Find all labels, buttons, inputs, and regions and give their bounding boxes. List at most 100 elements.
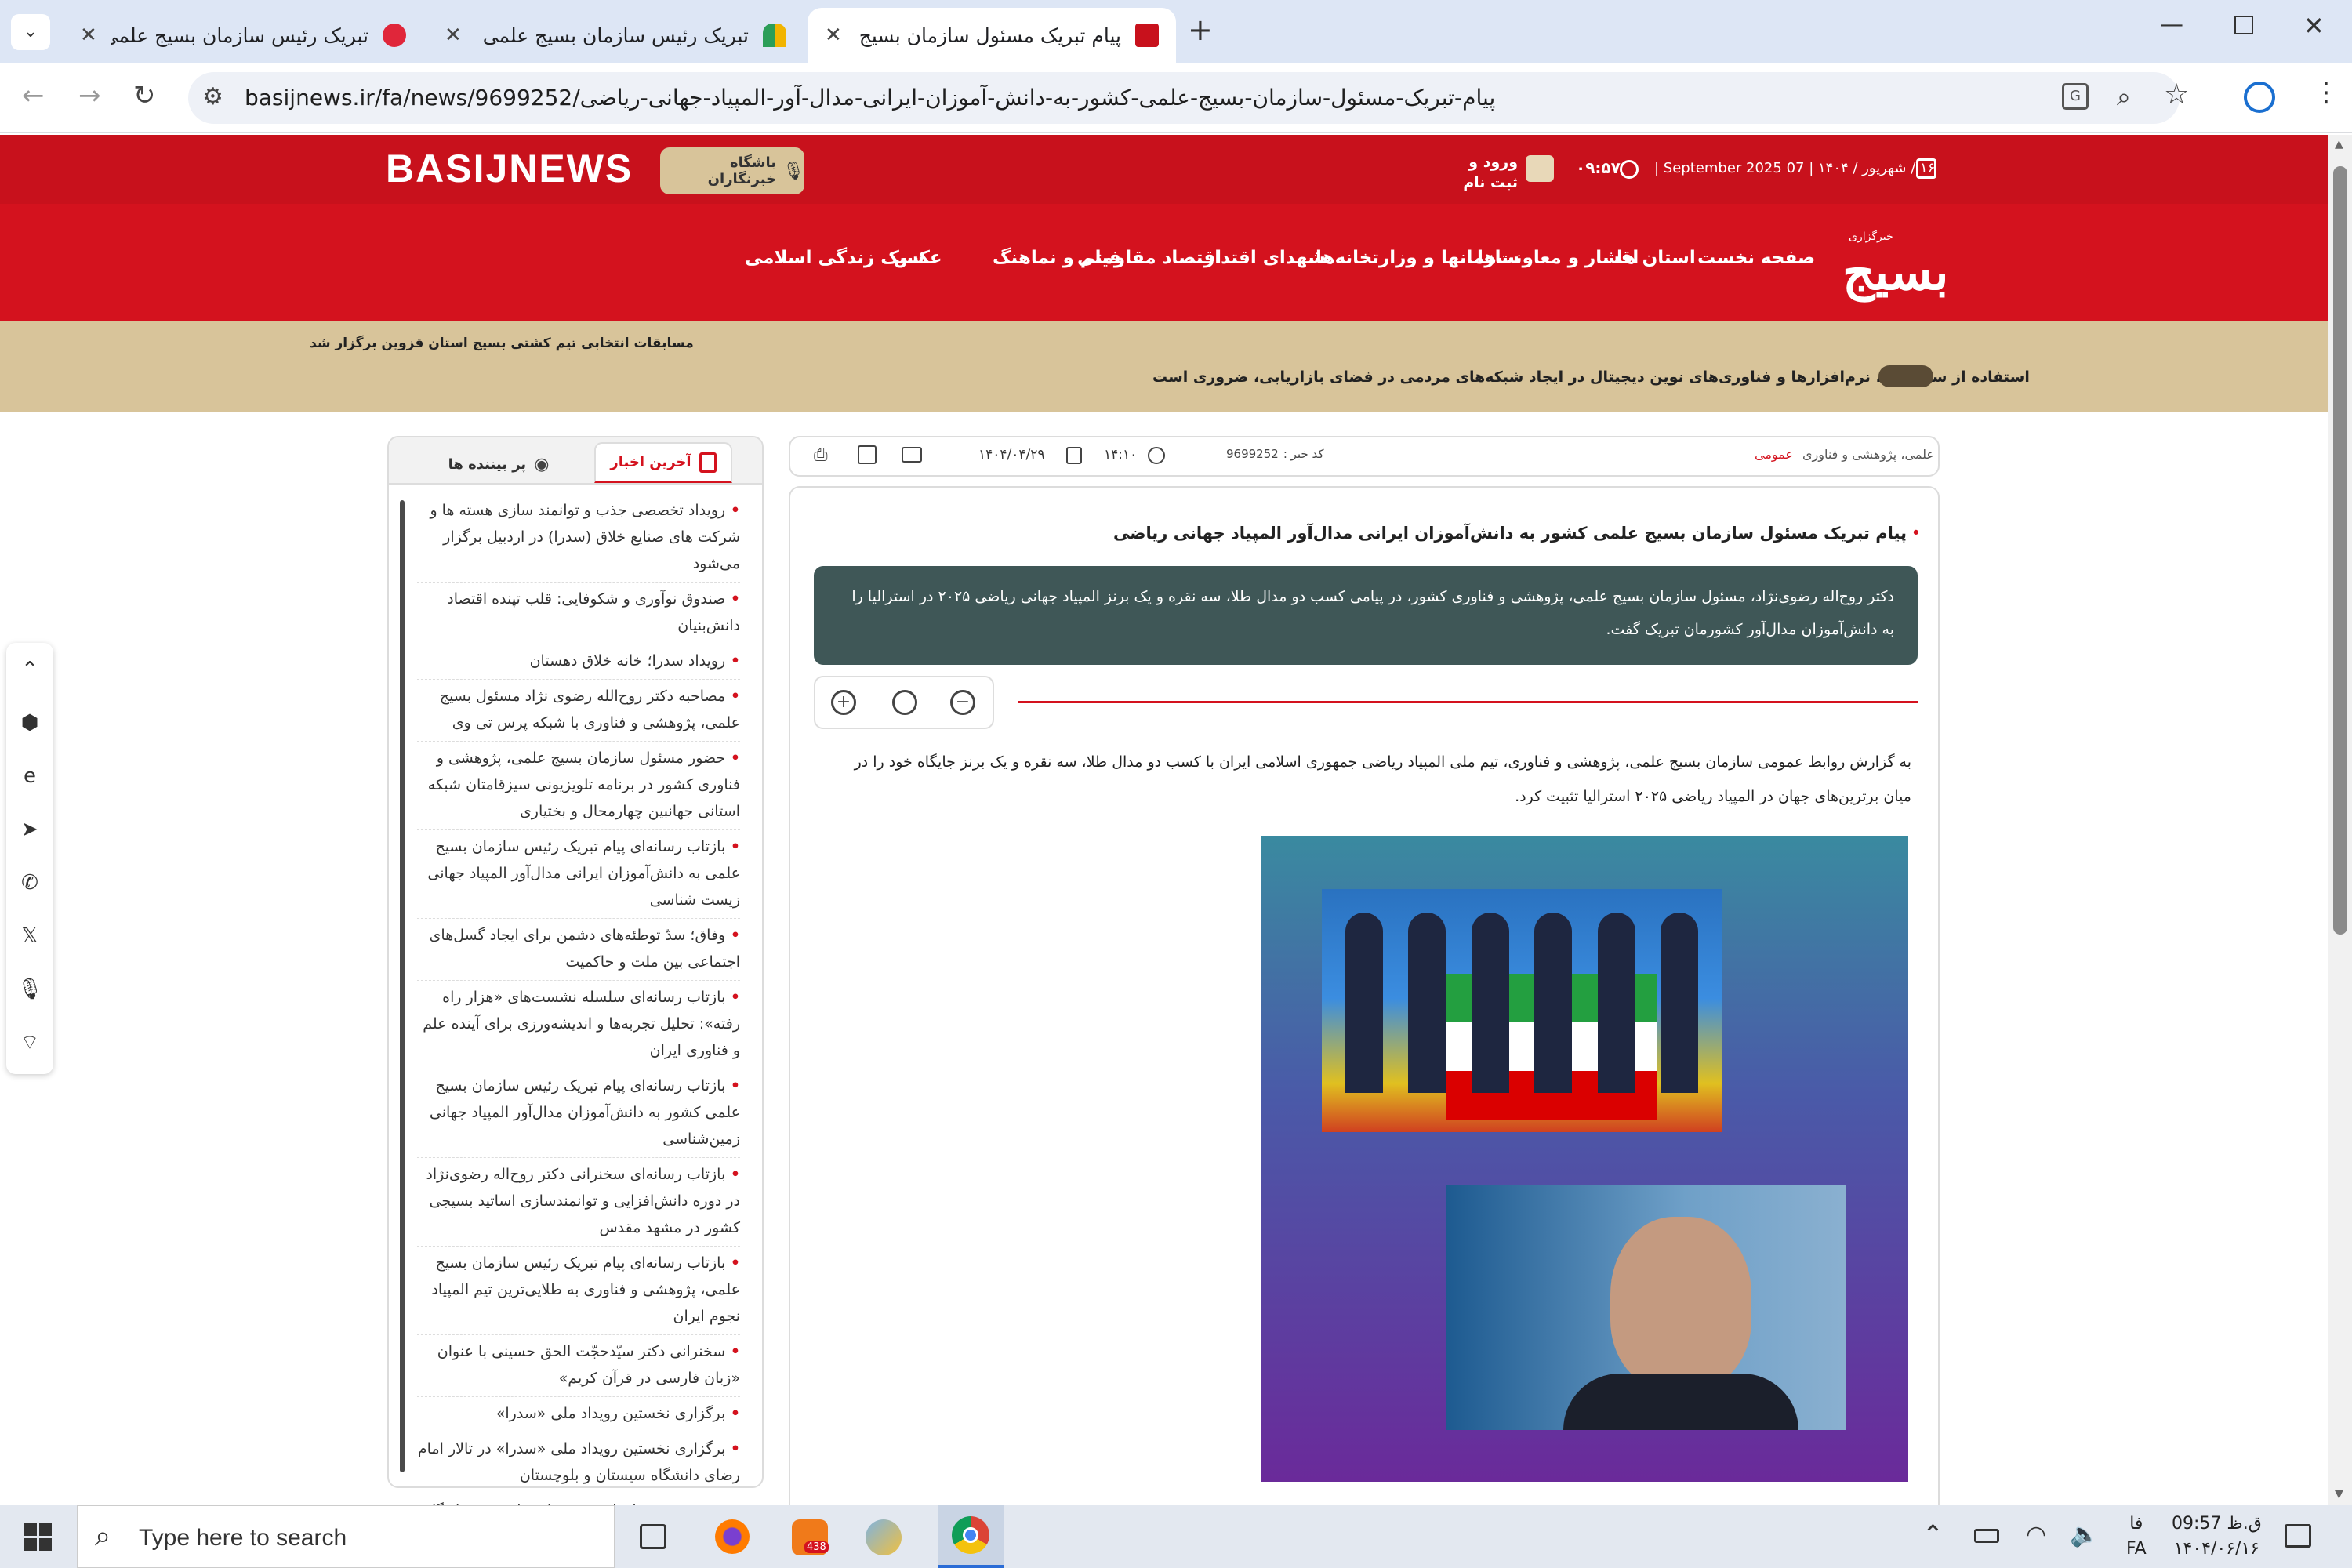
tab-close-icon[interactable]: ✕ <box>825 24 842 47</box>
share-bar: ⌃ ⬢ e ➤ ✆ 𝕏 🎙 ⌔ <box>6 643 53 1074</box>
list-item[interactable]: رویداد تخصصی جذب و توانمند سازی هسته ها … <box>417 494 740 583</box>
list-item[interactable]: صندوق نوآوری و شکوفایی: قلب تپنده اقتصاد… <box>417 583 740 644</box>
translate-icon[interactable]: G <box>2062 83 2089 110</box>
share-eitaa-icon[interactable]: e <box>13 759 47 793</box>
search-icon: ⌕ <box>95 1520 111 1552</box>
collapse-chevron-icon[interactable]: ⌃ <box>13 652 47 687</box>
divider-line <box>1018 701 1918 703</box>
share-podcast-icon[interactable]: 🎙 <box>13 972 47 1007</box>
sidebar-news-card: آخرین اخبار ◉ پر بیننده ها رویداد تخصصی … <box>387 436 764 1556</box>
nav-organizations[interactable]: سازمانها و وزارتخانه‌ها <box>1316 248 1519 268</box>
share-cube-icon[interactable]: ⬢ <box>13 706 47 740</box>
restore-button[interactable] <box>2234 16 2253 34</box>
list-item[interactable]: حضور مسئول سازمان بسیج علمی، پژوهشی و فن… <box>417 742 740 830</box>
browser-toolbar: ← → ↻ ⚙ basijnews.ir/fa/news/9699252/پیا… <box>0 63 2352 133</box>
scrollbar-thumb[interactable] <box>2333 166 2347 935</box>
minimize-button[interactable]: — <box>2160 11 2183 38</box>
rss-icon[interactable]: ⌔ <box>13 1025 47 1060</box>
ticker-top-text[interactable]: مسابقات انتخابی تیم کشتی بسیج استان قزوی… <box>310 336 694 351</box>
tray-chevron-icon[interactable]: ⌃ <box>1922 1519 1944 1549</box>
system-clock[interactable]: ق.ظ 09:57 ۱۴۰۴/۰۶/۱۶ <box>2172 1512 2262 1562</box>
microphone-icon: 🎙 <box>782 161 804 181</box>
list-item[interactable]: وفاق؛ سدّ توطئه‌های دشمن برای ایجاد گسل‌… <box>417 919 740 981</box>
task-view-icon[interactable] <box>640 1524 666 1549</box>
nav-home[interactable]: صفحه نخست <box>1697 248 1815 268</box>
scrollbar-up-arrow[interactable]: ▲ <box>2335 138 2343 151</box>
zoom-icon[interactable]: ⌕ <box>2117 82 2131 112</box>
list-item[interactable]: برگزاری نخستین رویداد ملی «سدرا» در تالا… <box>417 1432 740 1494</box>
publish-date: ۱۴۰۴/۰۴/۲۹ <box>978 447 1045 463</box>
wifi-icon[interactable]: ◠ <box>2026 1521 2046 1548</box>
browser-tab-2[interactable]: تبریک رئیس سازمان بسیج علمی به ✕ <box>427 8 804 63</box>
messenger-app-icon[interactable]: 438 <box>792 1519 829 1555</box>
breadcrumb-category[interactable]: عمومی <box>1755 447 1793 462</box>
login-link[interactable]: ورود و ثبت نام <box>1447 152 1518 193</box>
new-tab-button[interactable]: + <box>1188 13 1213 47</box>
print-icon[interactable]: ⎙ <box>814 445 828 465</box>
nav-martyrs[interactable]: شهدای اقتدار <box>1204 248 1326 268</box>
start-windows-icon[interactable] <box>24 1523 52 1551</box>
bookmark-star-icon[interactable]: ☆ <box>2164 78 2189 111</box>
zoom-out-icon[interactable]: − <box>950 690 975 715</box>
list-item[interactable]: بازتاب رسانه‌ای سخنرانی دکتر روح‌اله رضو… <box>417 1158 740 1247</box>
tab-title: تبریک رئیس سازمان بسیج علمی به <box>111 24 368 47</box>
breadcrumb-section[interactable]: علمی، پژوهشی و فناوری <box>1802 447 1934 462</box>
site-logo-latin[interactable]: BASIJNEWS <box>386 146 633 191</box>
close-window-button[interactable]: ✕ <box>2303 11 2325 41</box>
login-icon[interactable] <box>1526 155 1554 182</box>
reset-zoom-icon[interactable] <box>892 690 917 715</box>
email-icon[interactable] <box>902 447 922 463</box>
journalists-club-button[interactable]: باشگاه خبرنگاران 🎙 <box>660 147 804 194</box>
list-item[interactable]: سخنرانی دکتر سیّدحجّت الحق حسینی با عنوا… <box>417 1335 740 1397</box>
site-info-icon[interactable]: ⚙ <box>202 83 223 111</box>
firefox-icon[interactable] <box>715 1519 750 1554</box>
tab-search-button[interactable]: ⌄ <box>11 14 50 50</box>
tab-most-viewed[interactable]: ◉ پر بیننده ها <box>420 448 577 480</box>
list-item[interactable]: بازتاب رسانه‌ای سلسله نشست‌های «هزار راه… <box>417 981 740 1069</box>
input-language[interactable]: فا FA <box>2126 1512 2147 1562</box>
list-item[interactable]: بازتاب رسانه‌ای پیام تبریک رئیس سازمان ب… <box>417 1247 740 1335</box>
article-body-text: به گزارش روابط عمومی سازمان بسیج علمی، پ… <box>854 753 1911 805</box>
tab-close-icon[interactable]: ✕ <box>80 24 97 47</box>
share-x-icon[interactable]: 𝕏 <box>13 919 47 953</box>
volume-icon[interactable]: 🔈 <box>2070 1521 2099 1548</box>
clock-date: ۱۴۰۴/۰۶/۱۶ <box>2173 1539 2260 1559</box>
list-item[interactable]: برگزاری نخستین رویداد ملی «سدرا» <box>417 1397 740 1432</box>
address-bar[interactable]: ⚙ basijnews.ir/fa/news/9699252/پیام-تبری… <box>188 72 2189 124</box>
notifications-icon[interactable] <box>2285 1524 2311 1548</box>
browser-tab-active[interactable]: پیام تبریک مسئول سازمان بسیج علمی ✕ <box>808 8 1176 63</box>
sidebar-scrollbar[interactable] <box>400 500 405 1472</box>
clock-time: ق.ظ 09:57 <box>2172 1514 2262 1534</box>
forward-icon[interactable]: → <box>78 80 101 111</box>
copy-icon[interactable] <box>858 445 877 464</box>
scrollbar-down-arrow[interactable]: ▼ <box>2335 1488 2343 1501</box>
share-whatsapp-icon[interactable]: ✆ <box>13 866 47 900</box>
tab-latest-news[interactable]: آخرین اخبار <box>594 442 732 483</box>
share-telegram-icon[interactable]: ➤ <box>13 812 47 847</box>
reload-icon[interactable]: ↻ <box>133 80 156 111</box>
menu-dots-icon[interactable]: ⋮ <box>2313 77 2339 108</box>
battery-icon[interactable] <box>1974 1529 1999 1543</box>
club-label: باشگاه خبرنگاران <box>707 154 777 187</box>
profile-icon[interactable] <box>2244 82 2275 113</box>
tab-title: پیام تبریک مسئول سازمان بسیج علمی <box>856 24 1121 47</box>
list-item[interactable]: بازتاب رسانه‌ای پیام تبریک رئیس سازمان ب… <box>417 830 740 919</box>
nav-video[interactable]: فیلم و نماهنگ <box>993 248 1121 268</box>
taskbar-search-box[interactable]: ⌕ Type here to search <box>77 1505 615 1568</box>
list-item[interactable]: مصاحبه دکتر روح‌الله رضوی نژاد مسئول بسی… <box>417 680 740 742</box>
paint-app-icon[interactable] <box>866 1519 902 1555</box>
list-item[interactable]: رویداد سدرا؛ خانه خلاق دهستان <box>417 644 740 680</box>
list-item[interactable]: بازتاب رسانه‌ای پیام تبریک رئیس سازمان ب… <box>417 1069 740 1158</box>
browser-tab-1[interactable]: تبریک رئیس سازمان بسیج علمی به ✕ <box>63 8 423 63</box>
url-text[interactable]: basijnews.ir/fa/news/9699252/پیام-تبریک-… <box>245 85 1495 111</box>
zoom-in-icon[interactable]: + <box>831 690 856 715</box>
chrome-taskbar-icon[interactable] <box>938 1505 1004 1568</box>
portrait-head <box>1610 1217 1751 1389</box>
tab-strip: ⌄ تبریک رئیس سازمان بسیج علمی به ✕ تبریک… <box>0 0 2352 63</box>
back-icon[interactable]: ← <box>22 80 45 111</box>
page-scrollbar[interactable]: ▲ ▼ <box>2328 135 2352 1505</box>
nav-lifestyle[interactable]: سبک زندگی اسلامی <box>745 248 924 268</box>
site-logo[interactable]: خبرگزاری بسیج <box>1835 220 1952 306</box>
tab-close-icon[interactable]: ✕ <box>445 24 462 47</box>
tab-favicon-icon <box>1135 24 1159 47</box>
